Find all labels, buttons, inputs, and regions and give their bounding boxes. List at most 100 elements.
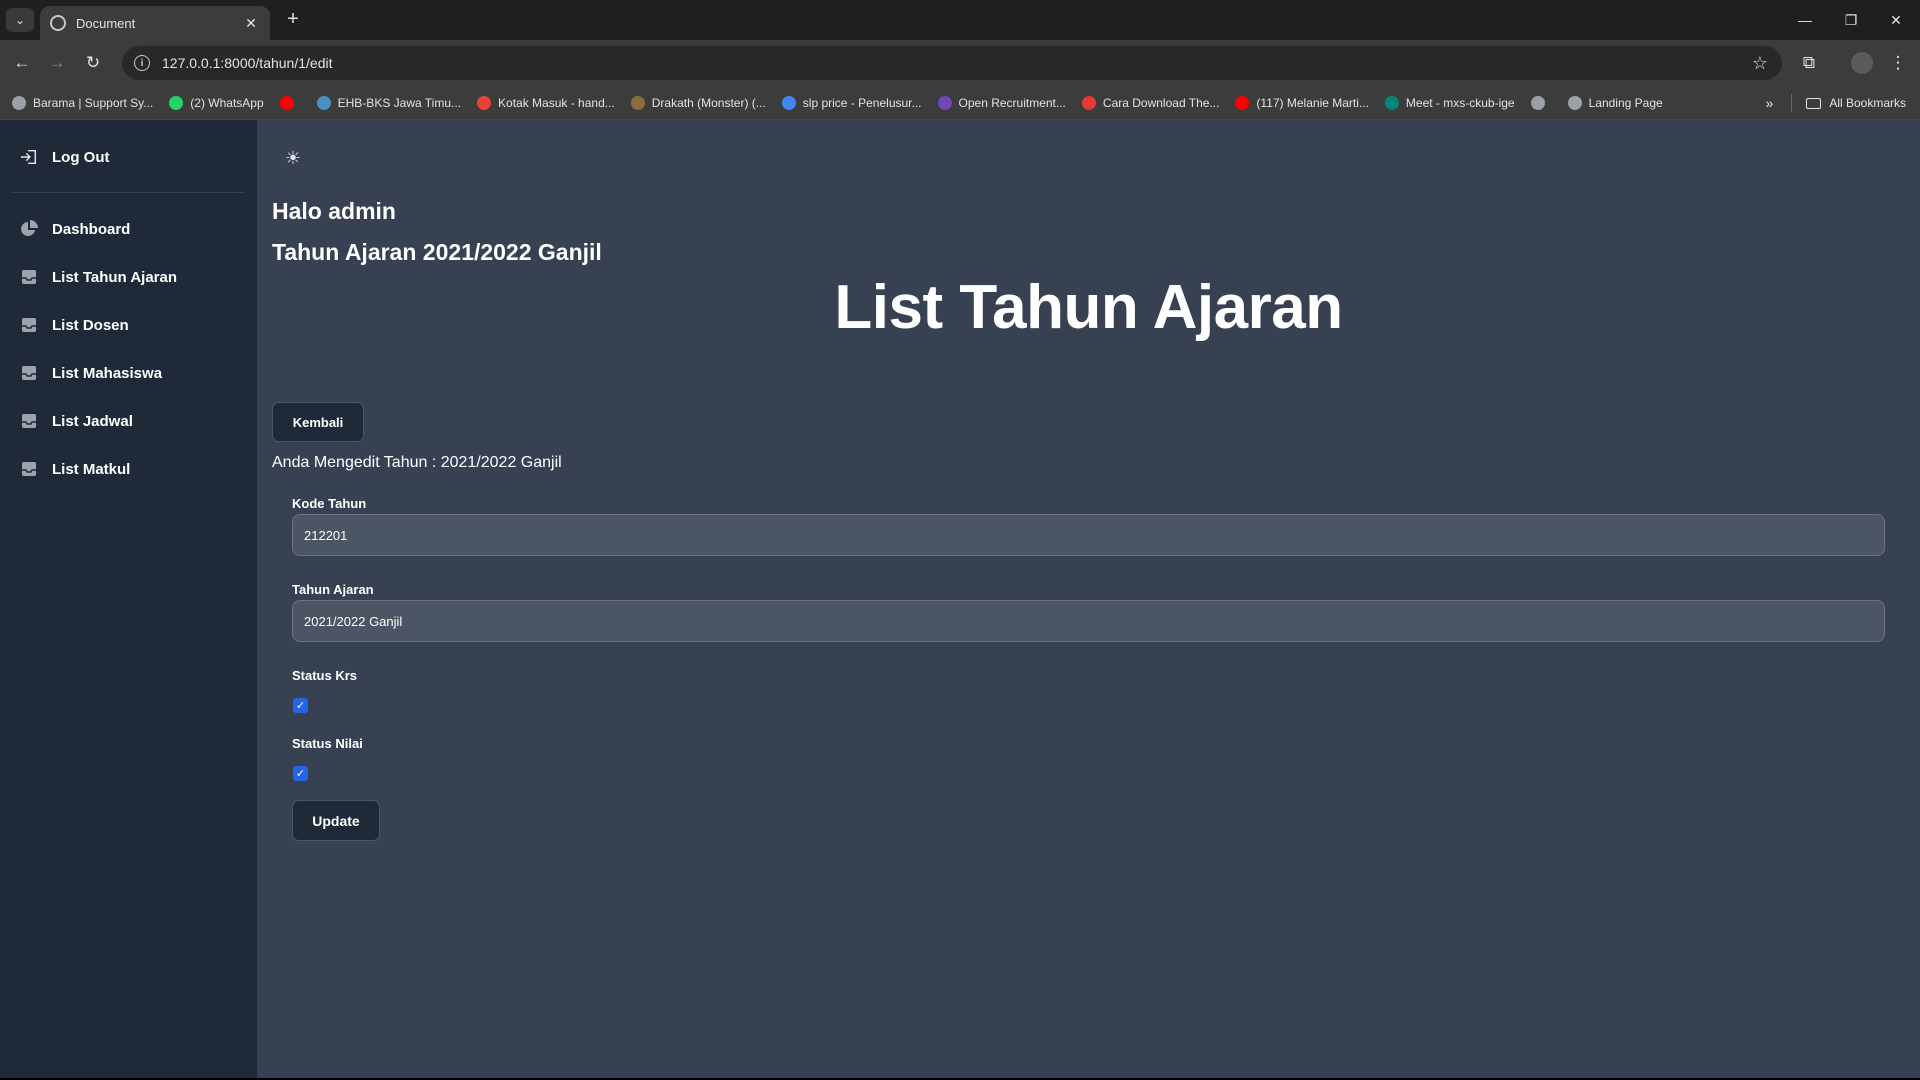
logout-label: Log Out bbox=[52, 148, 110, 166]
menu-kebab-icon[interactable]: ⋮ bbox=[1885, 50, 1911, 76]
kode-tahun-input[interactable]: 212201 bbox=[292, 514, 1885, 556]
status-nilai-label: Status Nilai bbox=[292, 736, 363, 751]
bookmarks-bar: Barama | Support Sy... (2) WhatsApp EHB-BK… bbox=[0, 86, 1920, 120]
all-bookmarks-link[interactable]: All Bookmarks bbox=[1829, 96, 1906, 110]
site-icon bbox=[1081, 95, 1096, 110]
bookmark-label: Drakath (Monster) (... bbox=[651, 95, 766, 110]
sidebar-item-label: List Jadwal bbox=[52, 412, 133, 430]
close-window-icon[interactable]: ✕ bbox=[1876, 8, 1916, 32]
sidebar-divider bbox=[12, 192, 245, 193]
forms-icon bbox=[937, 95, 952, 110]
folder-icon bbox=[1806, 97, 1822, 109]
greeting: Halo admin bbox=[272, 198, 396, 224]
theme-toggle-sun-icon[interactable]: ☀ bbox=[283, 148, 303, 168]
youtube-icon bbox=[1235, 95, 1250, 110]
globe-icon bbox=[12, 95, 26, 110]
kembali-button[interactable]: Kembali bbox=[272, 402, 364, 442]
bookmark-label: Meet - mxs-ckub-ige bbox=[1405, 95, 1515, 110]
new-tab-icon[interactable]: + bbox=[281, 8, 305, 32]
pie-chart-icon bbox=[20, 220, 38, 238]
bookmark-label: EHB-BKS Jawa Timu... bbox=[337, 95, 462, 110]
sidebar-item-dashboard[interactable]: Dashboard bbox=[20, 215, 130, 243]
bookmark-item[interactable]: Open Recruitment... bbox=[937, 95, 1066, 110]
globe-icon bbox=[1567, 95, 1582, 110]
sidebar-item-label: List Mahasiswa bbox=[52, 364, 163, 382]
bookmark-item[interactable]: Landing Page bbox=[1567, 95, 1663, 110]
inbox-icon bbox=[20, 364, 38, 382]
bookmark-item[interactable]: Cara Download The... bbox=[1081, 95, 1220, 110]
site-icon bbox=[316, 95, 331, 110]
whatsapp-icon bbox=[169, 95, 184, 110]
logout-button[interactable]: Log Out bbox=[20, 143, 109, 171]
minimize-icon[interactable]: — bbox=[1785, 8, 1825, 32]
google-icon bbox=[781, 95, 796, 110]
bookmark-item[interactable]: Drakath (Monster) (... bbox=[630, 95, 766, 110]
bookmark-item[interactable]: slp price - Penelusur... bbox=[781, 95, 922, 110]
inbox-icon bbox=[20, 316, 38, 334]
bookmark-star-icon[interactable]: ☆ bbox=[1752, 53, 1768, 74]
back-icon[interactable]: ← bbox=[9, 50, 35, 76]
tahun-ajaran-input[interactable]: 2021/2022 Ganjil bbox=[292, 600, 1885, 642]
tahun-ajaran-label: Tahun Ajaran bbox=[292, 582, 374, 597]
status-krs-label: Status Krs bbox=[292, 668, 358, 683]
main-content: ☀ Halo admin Tahun Ajaran 2021/2022 Ganj… bbox=[257, 120, 1920, 1078]
youtube-icon bbox=[279, 95, 294, 110]
bookmark-item[interactable]: (117) Melanie Marti... bbox=[1235, 95, 1369, 110]
edit-note: Anda Mengedit Tahun : 2021/2022 Ganjil bbox=[272, 454, 562, 471]
sidebar-item-label: List Tahun Ajaran bbox=[52, 268, 178, 286]
globe-icon bbox=[1530, 95, 1545, 110]
inbox-icon bbox=[20, 412, 38, 430]
globe-icon bbox=[50, 15, 66, 31]
sidebar-item-list-mahasiswa[interactable]: List Mahasiswa bbox=[20, 359, 162, 387]
tab-search-icon[interactable]: ⌄ bbox=[6, 8, 34, 32]
bookmark-label: Cara Download The... bbox=[1102, 95, 1220, 110]
bookmark-label: (117) Melanie Marti... bbox=[1256, 95, 1369, 110]
reload-icon[interactable]: ↻ bbox=[80, 50, 106, 76]
bookmark-label: (2) WhatsApp bbox=[190, 95, 264, 110]
sidebar-item-list-matkul[interactable]: List Matkul bbox=[20, 455, 130, 483]
gmail-icon bbox=[477, 95, 492, 110]
update-button[interactable]: Update bbox=[292, 800, 380, 841]
sidebar-item-label: Dashboard bbox=[52, 220, 131, 238]
more-bookmarks-icon[interactable]: » bbox=[1766, 95, 1774, 111]
divider bbox=[1791, 94, 1793, 112]
logout-icon bbox=[20, 148, 38, 166]
bookmark-item[interactable]: Meet - mxs-ckub-ige bbox=[1384, 95, 1515, 110]
inbox-icon bbox=[20, 460, 38, 478]
bookmarks-bar-right: » All Bookmarks bbox=[1766, 86, 1906, 120]
tab-title: Document bbox=[76, 15, 136, 31]
bookmark-item[interactable]: EHB-BKS Jawa Timu... bbox=[316, 95, 462, 110]
url-text[interactable]: 127.0.0.1:8000/tahun/1/edit bbox=[162, 55, 1752, 71]
bookmark-item[interactable]: Barama | Support Sy... bbox=[12, 95, 154, 110]
close-tab-icon[interactable]: ✕ bbox=[242, 15, 260, 32]
extensions-icon[interactable]: ⧉ bbox=[1796, 50, 1822, 76]
bookmark-label: Barama | Support Sy... bbox=[33, 95, 154, 110]
bookmark-item[interactable] bbox=[1530, 95, 1552, 110]
bookmark-item[interactable] bbox=[279, 95, 301, 110]
bookmark-label: slp price - Penelusur... bbox=[802, 95, 922, 110]
site-icon bbox=[630, 95, 645, 110]
profile-avatar-icon[interactable] bbox=[1851, 52, 1873, 74]
sidebar-item-list-jadwal[interactable]: List Jadwal bbox=[20, 407, 133, 435]
forward-icon[interactable]: → bbox=[44, 50, 70, 76]
bookmark-label: Kotak Masuk - hand... bbox=[498, 95, 615, 110]
bookmark-label: Open Recruitment... bbox=[958, 95, 1066, 110]
current-term: Tahun Ajaran 2021/2022 Ganjil bbox=[272, 239, 602, 265]
bookmark-item[interactable]: Kotak Masuk - hand... bbox=[477, 95, 615, 110]
status-krs-checkbox[interactable]: ✓ bbox=[293, 698, 308, 713]
page-title: List Tahun Ajaran bbox=[834, 273, 1343, 342]
bookmark-item[interactable]: (2) WhatsApp bbox=[169, 95, 264, 110]
site-info-icon[interactable]: i bbox=[134, 55, 150, 71]
bookmark-label: Landing Page bbox=[1588, 95, 1663, 110]
sidebar-item-label: List Dosen bbox=[52, 316, 129, 334]
address-bar[interactable]: i 127.0.0.1:8000/tahun/1/edit ☆ bbox=[122, 46, 1782, 80]
sidebar-item-list-dosen[interactable]: List Dosen bbox=[20, 311, 129, 339]
sidebar: Log Out Dashboard List Tahun Ajaran List… bbox=[0, 120, 257, 1080]
status-nilai-checkbox[interactable]: ✓ bbox=[293, 766, 308, 781]
browser-tab[interactable]: Document ✕ bbox=[40, 6, 270, 40]
restore-icon[interactable]: ❐ bbox=[1831, 8, 1871, 32]
sidebar-item-label: List Matkul bbox=[52, 460, 131, 478]
kode-tahun-label: Kode Tahun bbox=[292, 496, 367, 511]
inbox-icon bbox=[20, 268, 38, 286]
sidebar-item-list-tahun-ajaran[interactable]: List Tahun Ajaran bbox=[20, 263, 177, 291]
